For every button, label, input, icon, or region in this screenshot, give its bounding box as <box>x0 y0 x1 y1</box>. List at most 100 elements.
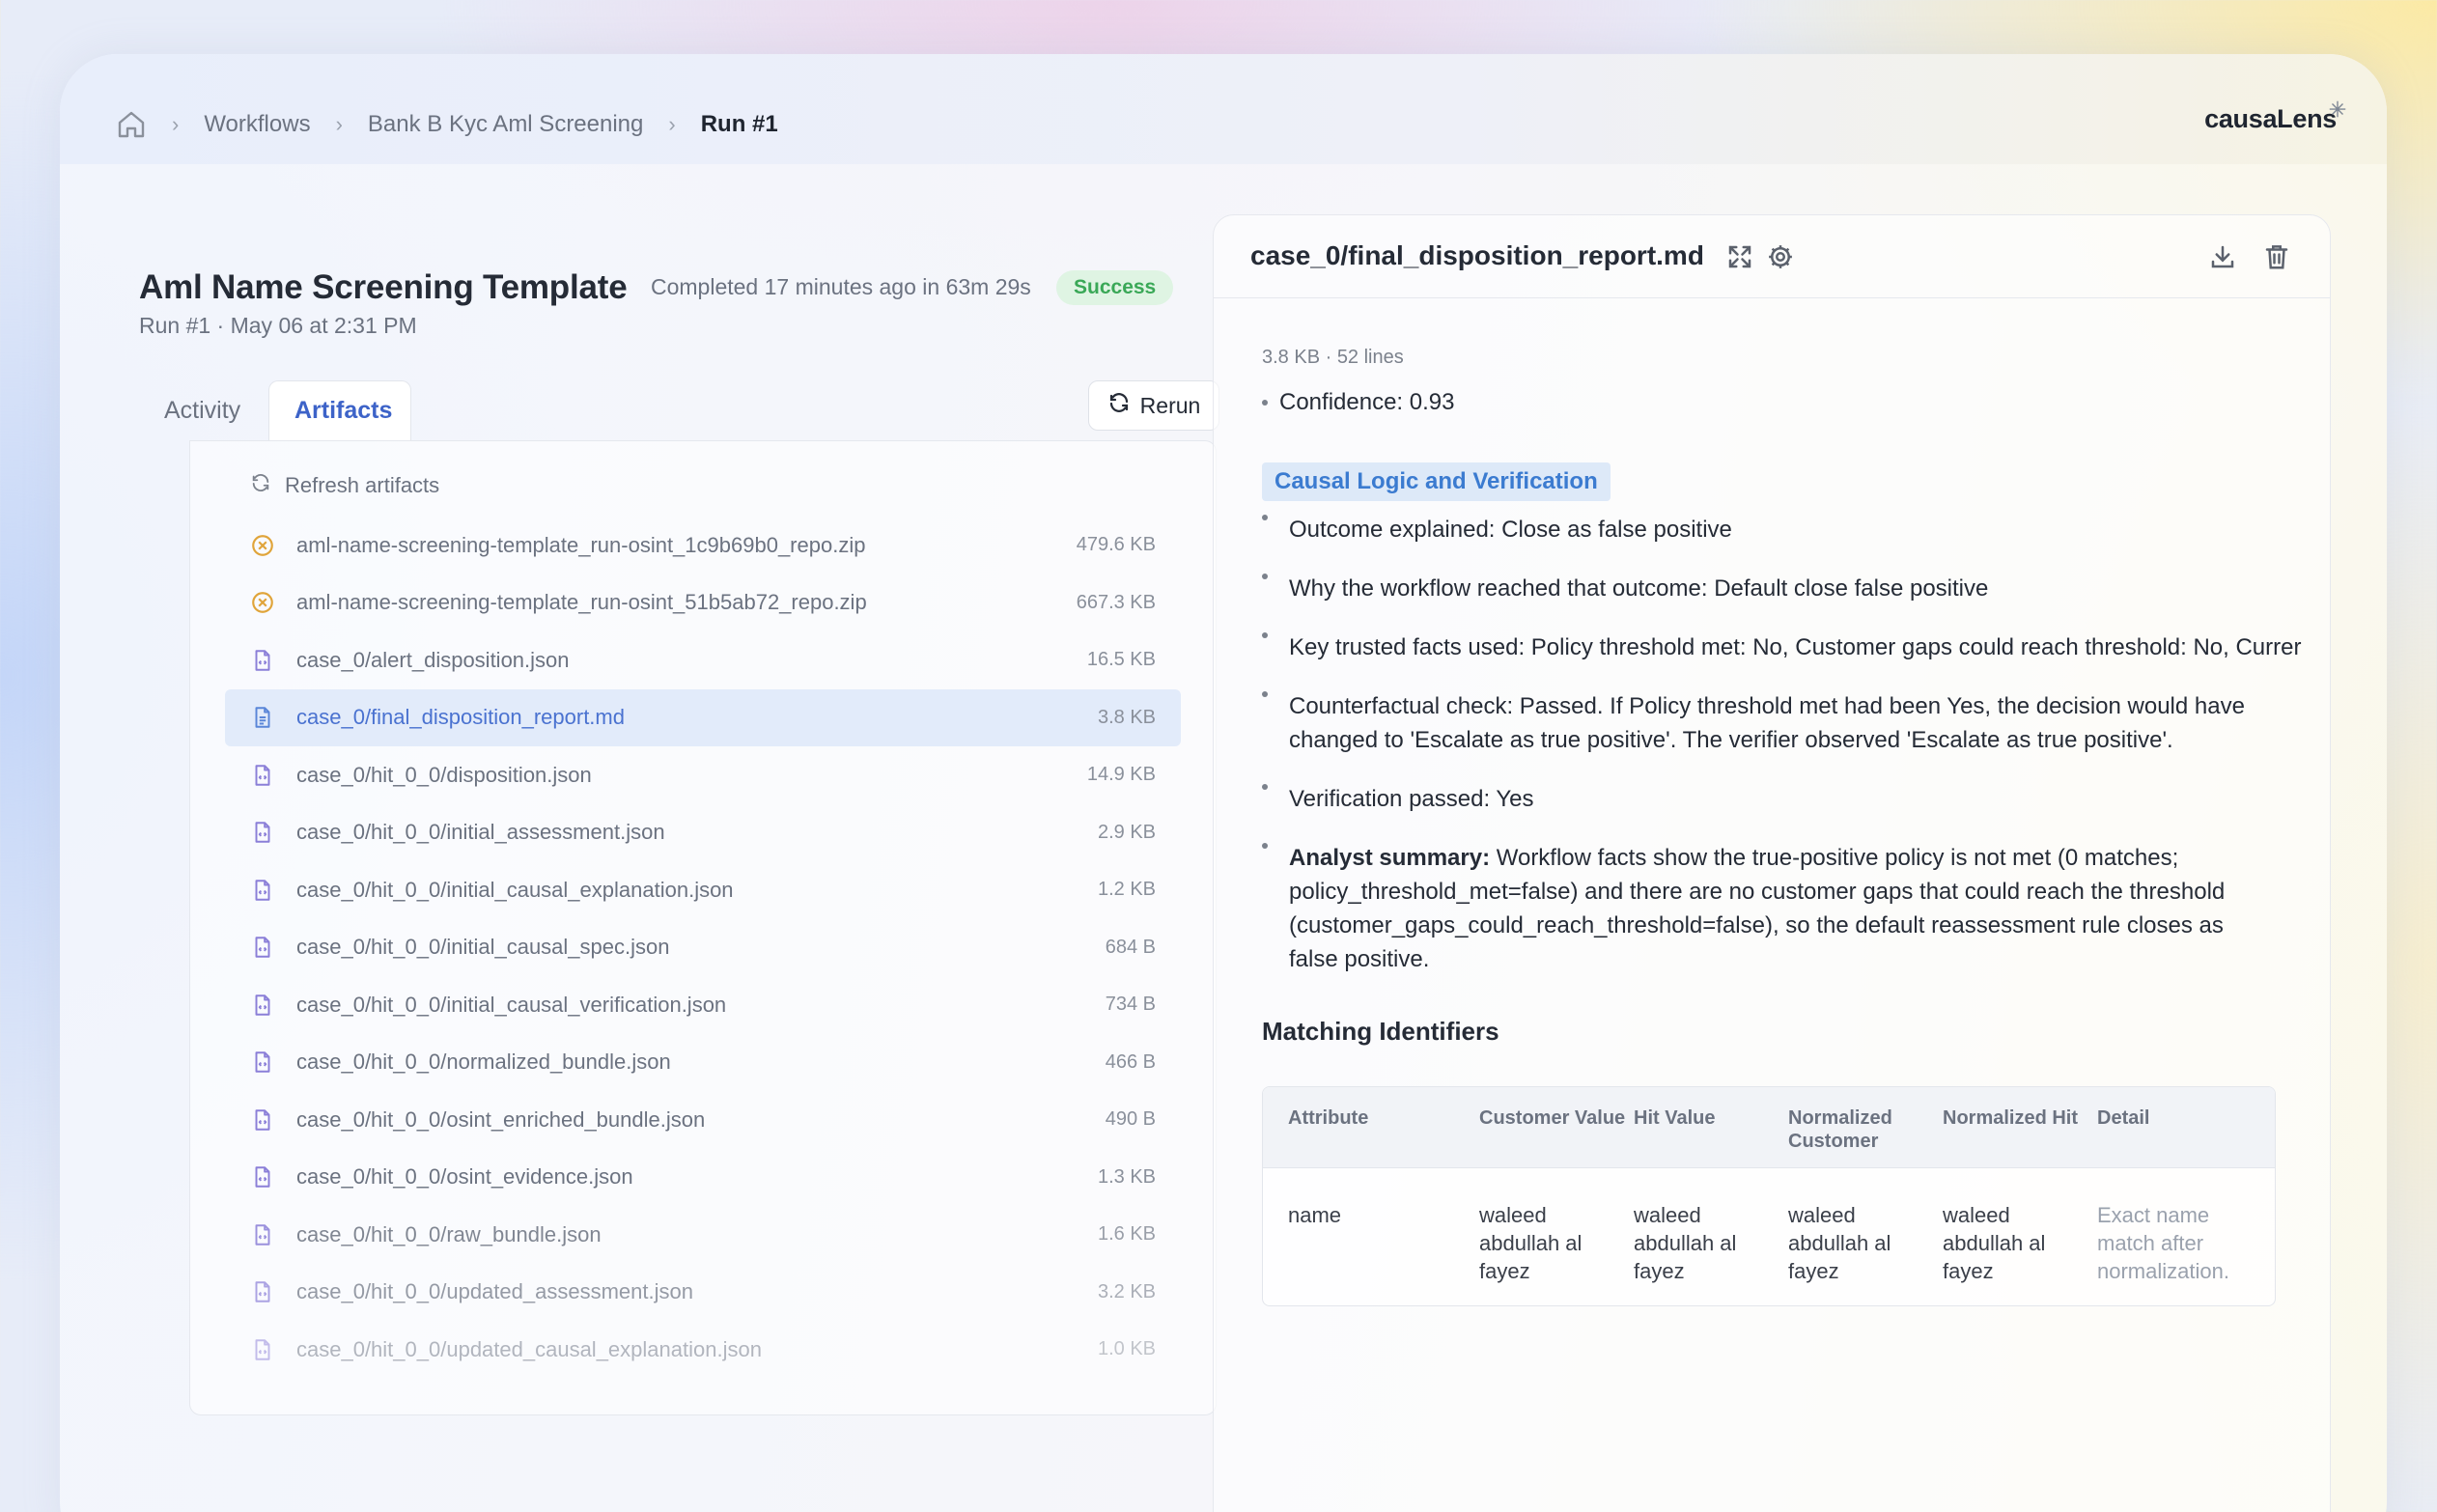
confidence-text: Confidence: 0.93 <box>1279 389 1455 415</box>
artifact-size: 3.8 KB <box>1097 706 1156 728</box>
json-file-icon <box>250 820 275 845</box>
top-bar: › Workflows › Bank B Kyc Aml Screening ›… <box>60 54 2387 164</box>
column-header: Detail <box>2097 1107 2150 1129</box>
artifact-name: case_0/hit_0_0/osint_enriched_bundle.jso… <box>296 1106 706 1132</box>
artifact-size: 667.3 KB <box>1076 591 1156 613</box>
artifact-row[interactable]: case_0/alert_disposition.json 16.5 KB <box>225 631 1181 689</box>
json-file-icon <box>250 1107 275 1133</box>
list-item: Counterfactual check: Passed. If Policy … <box>1262 689 2285 757</box>
json-file-icon <box>250 1222 275 1247</box>
artifact-name: case_0/alert_disposition.json <box>296 647 570 672</box>
expand-icon[interactable] <box>1725 242 1754 271</box>
json-file-icon <box>250 935 275 960</box>
refresh-artifacts-button[interactable]: Refresh artifacts <box>250 472 439 499</box>
artifact-row[interactable]: case_0/hit_0_0/updated_assessment.json 3.… <box>225 1264 1181 1322</box>
artifact-row[interactable]: case_0/hit_0_0/initial_causal_verificati… <box>225 976 1181 1034</box>
json-file-icon <box>250 1337 275 1362</box>
table-cell: waleed abdullah al fayez <box>1634 1203 1737 1283</box>
run-panel: Aml Name Screening Template Run #1 · May… <box>129 164 1228 1512</box>
column-header: Customer Value <box>1479 1107 1626 1129</box>
json-file-icon <box>250 878 275 903</box>
refresh-icon <box>1107 391 1131 420</box>
doc-file-icon <box>250 705 275 730</box>
completion-status: Completed 17 minutes ago in 63m 29s <box>651 274 1031 299</box>
list-item: Why the workflow reached that outcome: D… <box>1262 572 2305 605</box>
artifact-name: case_0/hit_0_0/osint_evidence.json <box>296 1164 633 1190</box>
artifact-row[interactable]: case_0/hit_0_0/normalized_bundle.json 466… <box>225 1034 1181 1092</box>
artifact-size: 14.9 KB <box>1086 764 1156 786</box>
zip-icon <box>250 590 275 615</box>
artifact-name: case_0/hit_0_0/raw_bundle.json <box>296 1221 602 1246</box>
rerun-label: Rerun <box>1139 392 1201 418</box>
artifact-name: case_0/hit_0_0/initial_causal_explanatio… <box>296 877 734 902</box>
artifact-size: 490 B <box>1105 1108 1156 1131</box>
artifact-row[interactable]: case_0/hit_0_0/disposition.json 14.9 KB <box>225 746 1181 804</box>
artifact-row[interactable]: case_0/hit_0_0/initial_causal_explanatio… <box>225 861 1181 919</box>
run-subtitle: Run #1 · May 06 at 2:31 PM <box>139 313 417 338</box>
summary-label: Analyst summary: <box>1289 845 1491 871</box>
artifact-name: case_0/hit_0_0/initial_assessment.json <box>296 820 665 845</box>
artifact-size: 684 B <box>1105 936 1156 958</box>
app-window: › Workflows › Bank B Kyc Aml Screening ›… <box>60 54 2387 1512</box>
artifact-name: case_0/hit_0_0/disposition.json <box>296 762 592 787</box>
breadcrumb: › Workflows › Bank B Kyc Aml Screening ›… <box>116 100 778 149</box>
artifact-size: 466 B <box>1105 1050 1156 1073</box>
json-file-icon <box>250 1050 275 1075</box>
home-icon[interactable] <box>116 109 147 140</box>
refresh-artifacts-label: Refresh artifacts <box>285 473 440 497</box>
rerun-button[interactable]: Rerun <box>1088 380 1219 431</box>
table-header: Attribute Customer Value Hit Value Norma… <box>1263 1087 2275 1168</box>
artifact-size: 3.2 KB <box>1097 1280 1156 1302</box>
breadcrumb-workflow[interactable]: Bank B Kyc Aml Screening <box>368 111 643 138</box>
json-file-icon <box>250 648 275 673</box>
artifact-size: 734 B <box>1105 994 1156 1016</box>
artifact-row[interactable]: case_0/hit_0_0/updated_causal_explanatio… <box>225 1321 1181 1379</box>
file-meta: 3.8 KB · 52 lines <box>1262 347 1404 368</box>
artifact-size: 479.6 KB <box>1076 534 1156 556</box>
download-icon[interactable] <box>2208 242 2237 271</box>
file-preview-panel: case_0/final_disposition_report.md 3.8 K… <box>1213 214 2331 1512</box>
refresh-icon <box>250 472 271 499</box>
breadcrumb-current: Run #1 <box>700 111 778 137</box>
page-title: Aml Name Screening Template <box>139 268 628 306</box>
artifact-size: 1.0 KB <box>1097 1338 1156 1360</box>
table-cell: name <box>1288 1203 1342 1227</box>
tab-activity[interactable]: Activity <box>139 380 266 440</box>
artifact-size: 2.9 KB <box>1097 821 1156 843</box>
artifact-row[interactable]: case_0/hit_0_0/osint_enriched_bundle.jso… <box>225 1091 1181 1149</box>
tab-artifacts[interactable]: Artifacts <box>268 380 411 440</box>
logic-bullet-list: Outcome explained: Close as false positi… <box>1262 513 2305 1001</box>
artifact-row[interactable]: case_0/hit_0_0/initial_assessment.json 2.… <box>225 804 1181 862</box>
column-header: Normalized Hit <box>1943 1107 2079 1129</box>
artifact-name: case_0/hit_0_0/initial_causal_verificati… <box>296 992 727 1017</box>
list-item: Key trusted facts used: Policy threshold… <box>1262 630 2305 664</box>
trash-icon[interactable] <box>2262 242 2291 271</box>
column-header: Hit Value <box>1634 1107 1716 1129</box>
matching-identifiers-table: Attribute Customer Value Hit Value Norma… <box>1262 1086 2276 1306</box>
artifacts-panel: Refresh artifacts aml-name-screening-tem… <box>189 440 1217 1415</box>
artifact-row[interactable]: aml-name-screening-template_run-osint_1c… <box>225 517 1181 574</box>
sparkle-icon <box>2327 98 2348 120</box>
artifact-row[interactable]: case_0/hit_0_0/initial_causal_spec.json 6… <box>225 919 1181 977</box>
artifact-row[interactable]: case_0/final_disposition_report.md 3.8 KB <box>225 688 1181 746</box>
analyst-summary: Analyst summary: Workflow facts show the… <box>1262 841 2256 976</box>
column-header: Attribute <box>1288 1107 1369 1129</box>
gear-icon[interactable] <box>1766 242 1795 271</box>
matching-identifiers-title: Matching Identifiers <box>1262 1017 1499 1046</box>
bullet-dot <box>1262 400 1268 406</box>
confidence-item: Confidence: 0.93 <box>1262 389 1454 416</box>
artifact-row[interactable]: case_0/hit_0_0/osint_evidence.json 1.3 KB <box>225 1149 1181 1207</box>
artifact-row[interactable]: case_0/hit_0_0/raw_bundle.json 1.6 KB <box>225 1206 1181 1264</box>
artifact-name: case_0/final_disposition_report.md <box>296 705 625 730</box>
section-heading: Causal Logic and Verification <box>1262 462 1611 501</box>
artifact-row[interactable]: aml-name-screening-template_run-osint_51… <box>225 574 1181 632</box>
preview-header: case_0/final_disposition_report.md <box>1214 215 2330 298</box>
breadcrumb-workflows[interactable]: Workflows <box>204 111 310 138</box>
json-file-icon <box>250 1164 275 1190</box>
preview-title: case_0/final_disposition_report.md <box>1250 240 1704 270</box>
json-file-icon <box>250 1279 275 1304</box>
table-cell: waleed abdullah al fayez <box>1479 1203 1583 1283</box>
brand-logo: causaLens <box>2204 104 2337 133</box>
artifact-name: case_0/hit_0_0/normalized_bundle.json <box>296 1050 671 1075</box>
zip-icon <box>250 533 275 558</box>
